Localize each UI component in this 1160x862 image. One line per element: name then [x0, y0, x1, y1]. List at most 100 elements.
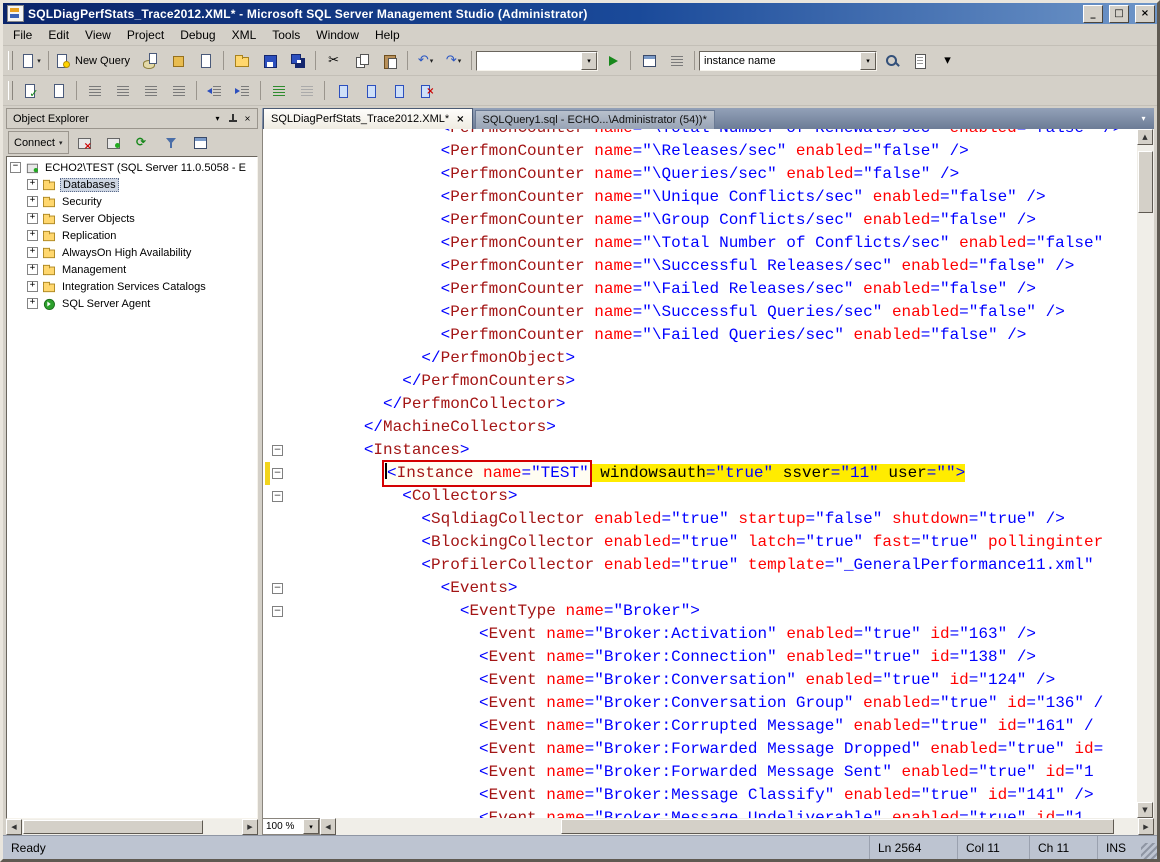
fold-collapse-icon[interactable]: − [272, 583, 283, 594]
expand-icon[interactable]: + [27, 247, 38, 258]
tab-sqlquery1-sql-echo[interactable]: SQLQuery1.sql - ECHO...\Administrator (5… [475, 110, 715, 129]
code-line[interactable]: <PerfmonCounter name="\Total Number of C… [263, 232, 1122, 255]
code-line[interactable]: <PerfmonCounter name="\Total Number of R… [263, 129, 1122, 140]
database-engine-query-button[interactable] [136, 49, 163, 72]
code-line[interactable]: <Event name="Broker:Message Undeliverabl… [263, 807, 1122, 818]
expand-icon[interactable]: + [27, 230, 38, 241]
registered-servers-button[interactable] [663, 49, 690, 72]
parameter-info-button[interactable] [109, 79, 136, 102]
previous-bookmark-button[interactable] [357, 79, 384, 102]
zoom-combo[interactable]: 100 % ▾ [262, 818, 320, 835]
menu-tools[interactable]: Tools [264, 25, 308, 45]
tree-node-integration-services-catalogs[interactable]: +Integration Services Catalogs [7, 278, 257, 295]
tab-list-icon[interactable]: ▾ [1136, 111, 1151, 126]
code-line[interactable]: </PerfmonCollector> [263, 393, 1122, 416]
code-line[interactable]: <PerfmonCounter name="\Queries/sec" enab… [263, 163, 1122, 186]
comment-selection-button[interactable] [265, 79, 292, 102]
fold-collapse-icon[interactable]: − [272, 468, 283, 479]
xml-editor[interactable]: <PerfmonCounter name="\Total Number of R… [263, 129, 1137, 818]
decrease-indent-button[interactable] [201, 79, 228, 102]
scroll-right-icon[interactable]: ▶ [1138, 818, 1154, 835]
find-button[interactable] [878, 49, 905, 72]
cut-button[interactable]: ✂ [320, 49, 347, 72]
scrollbar-track[interactable] [1137, 145, 1154, 802]
code-line[interactable]: <ProfilerCollector enabled="true" templa… [263, 554, 1122, 577]
server-button[interactable] [100, 131, 127, 154]
redo-button[interactable]: ↷▾ [440, 49, 467, 72]
code-line[interactable]: <Event name="Broker:Activation" enabled=… [263, 623, 1122, 646]
display-member-list-button[interactable] [81, 79, 108, 102]
disconnect-button[interactable] [71, 131, 98, 154]
scrollbar-thumb[interactable] [1138, 151, 1153, 213]
code-line[interactable]: − <Events> [263, 577, 1122, 600]
editor-vscrollbar[interactable]: ▲ ▼ [1137, 129, 1154, 818]
tree-node-sql-server-agent[interactable]: +SQL Server Agent [7, 295, 257, 312]
collapse-icon[interactable]: − [10, 162, 21, 173]
tree-node-alwayson-high-availability[interactable]: +AlwaysOn High Availability [7, 244, 257, 261]
fold-collapse-icon[interactable]: − [272, 606, 283, 617]
execute-button[interactable] [599, 49, 626, 72]
toolbar-grip[interactable] [8, 51, 13, 70]
code-line[interactable]: <PerfmonCounter name="\Successful Releas… [263, 255, 1122, 278]
menu-window[interactable]: Window [308, 25, 367, 45]
chevron-down-icon[interactable]: ▾ [303, 819, 319, 834]
undo-button[interactable]: ↶▾ [412, 49, 439, 72]
scroll-left-icon[interactable]: ◀ [6, 819, 22, 835]
code-line[interactable]: − <EventType name="Broker"> [263, 600, 1122, 623]
object-explorer-hscrollbar[interactable]: ◀ ▶ [6, 819, 258, 835]
code-line[interactable]: <Event name="Broker:Conversation" enable… [263, 669, 1122, 692]
minimize-button[interactable]: _ [1083, 5, 1103, 23]
panel-menu-icon[interactable]: ▾ [210, 112, 225, 126]
tree-node-management[interactable]: +Management [7, 261, 257, 278]
code-line[interactable]: <Event name="Broker:Conversation Group" … [263, 692, 1122, 715]
tree-node-replication[interactable]: +Replication [7, 227, 257, 244]
scrollbar-thumb[interactable] [23, 820, 203, 834]
toolbar-options-button[interactable]: ▾ [934, 49, 961, 72]
open-file-button[interactable] [228, 49, 255, 72]
scrollbar-track[interactable] [22, 819, 242, 835]
code-line[interactable]: − <Instances> [263, 439, 1122, 462]
code-line[interactable]: − <Instance name="TEST" windowsauth="tru… [263, 462, 1122, 485]
code-line[interactable]: </MachineCollectors> [263, 416, 1122, 439]
code-line[interactable]: <Event name="Broker:Message Classify" en… [263, 784, 1122, 807]
fold-collapse-icon[interactable]: − [272, 445, 283, 456]
scrollbar-track[interactable] [336, 818, 1138, 835]
copy-button[interactable] [348, 49, 375, 72]
chevron-down-icon[interactable]: ▾ [860, 52, 876, 70]
increase-indent-button[interactable] [229, 79, 256, 102]
code-line[interactable]: <PerfmonCounter name="\Unique Conflicts/… [263, 186, 1122, 209]
new-file-button[interactable]: ▾ [17, 49, 44, 72]
validate-xml-button[interactable] [17, 79, 44, 102]
tree-node-security[interactable]: +Security [7, 193, 257, 210]
panel-close-icon[interactable]: × [240, 112, 255, 126]
analysis-mdx-query-button[interactable] [164, 49, 191, 72]
code-line[interactable]: <Event name="Broker:Corrupted Message" e… [263, 715, 1122, 738]
available-databases-combo[interactable]: ▾ [476, 51, 598, 71]
complete-word-button[interactable] [165, 79, 192, 102]
code-line[interactable]: <PerfmonCounter name="\Failed Releases/s… [263, 278, 1122, 301]
code-line[interactable]: <Event name="Broker:Connection" enabled=… [263, 646, 1122, 669]
tab-sqldiagperfstats-trace20[interactable]: SQLDiagPerfStats_Trace2012.XML*× [263, 108, 473, 129]
pin-icon[interactable] [225, 112, 240, 126]
scroll-right-icon[interactable]: ▶ [242, 819, 258, 835]
save-all-button[interactable] [284, 49, 311, 72]
tree-node-databases[interactable]: +Databases [7, 176, 257, 193]
code-line[interactable]: </PerfmonCounters> [263, 370, 1122, 393]
expand-icon[interactable]: + [27, 196, 38, 207]
tree-node-server-objects[interactable]: +Server Objects [7, 210, 257, 227]
code-line[interactable]: − <Collectors> [263, 485, 1122, 508]
scroll-down-icon[interactable]: ▼ [1137, 802, 1153, 818]
activity-monitor-button[interactable] [187, 131, 214, 154]
menu-file[interactable]: File [5, 25, 40, 45]
next-bookmark-button[interactable] [385, 79, 412, 102]
close-button[interactable]: × [1135, 5, 1155, 23]
clear-bookmarks-button[interactable] [413, 79, 440, 102]
menu-view[interactable]: View [77, 25, 119, 45]
refresh-button[interactable] [129, 131, 156, 154]
expand-icon[interactable]: + [27, 281, 38, 292]
title-bar[interactable]: SQLDiagPerfStats_Trace2012.XML* - Micros… [3, 3, 1157, 24]
menu-project[interactable]: Project [119, 25, 172, 45]
scroll-up-icon[interactable]: ▲ [1137, 129, 1153, 145]
scroll-left-icon[interactable]: ◀ [320, 818, 336, 835]
filter-button[interactable] [158, 131, 185, 154]
